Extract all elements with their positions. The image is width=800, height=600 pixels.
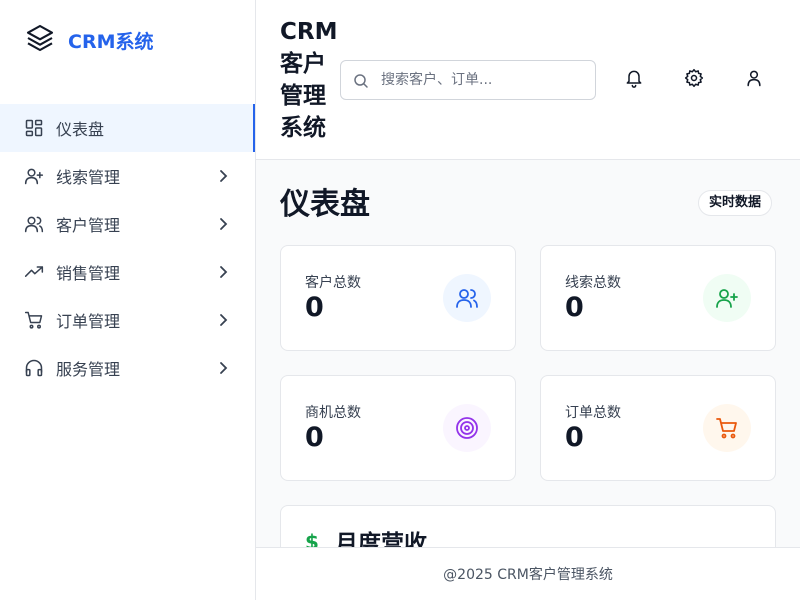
cart-icon [703, 404, 751, 452]
sidebar-item-service[interactable]: 服务管理 [0, 344, 255, 392]
layers-icon [24, 22, 56, 58]
sidebar-item-label: 服务管理 [56, 360, 121, 379]
revenue-title: 月度营收 [335, 531, 427, 547]
stat-card-opportunities[interactable]: 商机总数 0 [280, 375, 516, 481]
dashboard-grid-icon [24, 118, 44, 138]
page-title: 仪表盘 [280, 187, 370, 222]
brand-name: CRM系统 [68, 30, 154, 53]
app-title: CRM客户管理系统 [280, 19, 338, 141]
users-icon [443, 274, 491, 322]
sidebar-item-orders[interactable]: 订单管理 [0, 296, 255, 344]
sidebar-item-label: 订单管理 [56, 312, 121, 331]
search-input[interactable] [381, 69, 581, 91]
sidebar-item-leads[interactable]: 线索管理 [0, 152, 255, 200]
profile-button[interactable] [734, 60, 774, 100]
top-header: CRM客户管理系统 [256, 0, 800, 160]
cart-icon [24, 310, 44, 330]
stat-value: 0 [305, 292, 324, 323]
realtime-badge: 实时数据 [698, 190, 773, 216]
monthly-revenue-card: $ 月度营收 [280, 505, 776, 547]
settings-button[interactable] [674, 60, 714, 100]
sidebar-nav: 仪表盘 线索管理 客户管理 销售管理 订单管理 服务管理 [0, 104, 255, 392]
dollar-icon: $ [305, 530, 319, 547]
user-plus-icon [703, 274, 751, 322]
target-icon [443, 404, 491, 452]
chevron-right-icon [215, 264, 231, 280]
stat-value: 0 [305, 422, 324, 453]
main-content: 仪表盘 实时数据 客户总数 0 线索总数 0 商机总数 0 订单总数 0 $ 月… [256, 161, 800, 547]
chevron-right-icon [215, 168, 231, 184]
bell-icon [624, 68, 644, 92]
notifications-button[interactable] [614, 60, 654, 100]
stat-card-leads[interactable]: 线索总数 0 [540, 245, 776, 351]
user-icon [744, 68, 764, 92]
sidebar-item-label: 线索管理 [56, 168, 121, 187]
footer: @2025 CRM客户管理系统 [256, 547, 800, 600]
copyright-text: @2025 CRM客户管理系统 [443, 567, 613, 583]
stat-card-customers[interactable]: 客户总数 0 [280, 245, 516, 351]
trending-up-icon [24, 262, 44, 282]
sidebar-item-dashboard[interactable]: 仪表盘 [0, 104, 255, 152]
user-plus-icon [24, 166, 44, 186]
users-icon [24, 214, 44, 234]
stat-label: 订单总数 [565, 405, 621, 421]
sidebar-item-sales[interactable]: 销售管理 [0, 248, 255, 296]
sidebar-item-customers[interactable]: 客户管理 [0, 200, 255, 248]
stat-value: 0 [565, 422, 584, 453]
search-icon [353, 73, 369, 89]
sidebar-item-label: 客户管理 [56, 216, 121, 235]
sidebar-item-label: 销售管理 [56, 264, 121, 283]
brand[interactable]: CRM系统 [24, 24, 153, 56]
headset-icon [24, 358, 44, 378]
chevron-right-icon [215, 312, 231, 328]
stat-label: 客户总数 [305, 275, 361, 291]
chevron-right-icon [215, 360, 231, 376]
sidebar: CRM系统 仪表盘 线索管理 客户管理 销售管理 订单管理 服务管理 [0, 0, 256, 600]
chevron-right-icon [215, 216, 231, 232]
stat-card-orders[interactable]: 订单总数 0 [540, 375, 776, 481]
sidebar-item-label: 仪表盘 [56, 120, 105, 139]
gear-icon [684, 68, 704, 92]
stat-label: 线索总数 [565, 275, 621, 291]
stat-value: 0 [565, 292, 584, 323]
stat-label: 商机总数 [305, 405, 361, 421]
search-box[interactable] [340, 60, 596, 100]
